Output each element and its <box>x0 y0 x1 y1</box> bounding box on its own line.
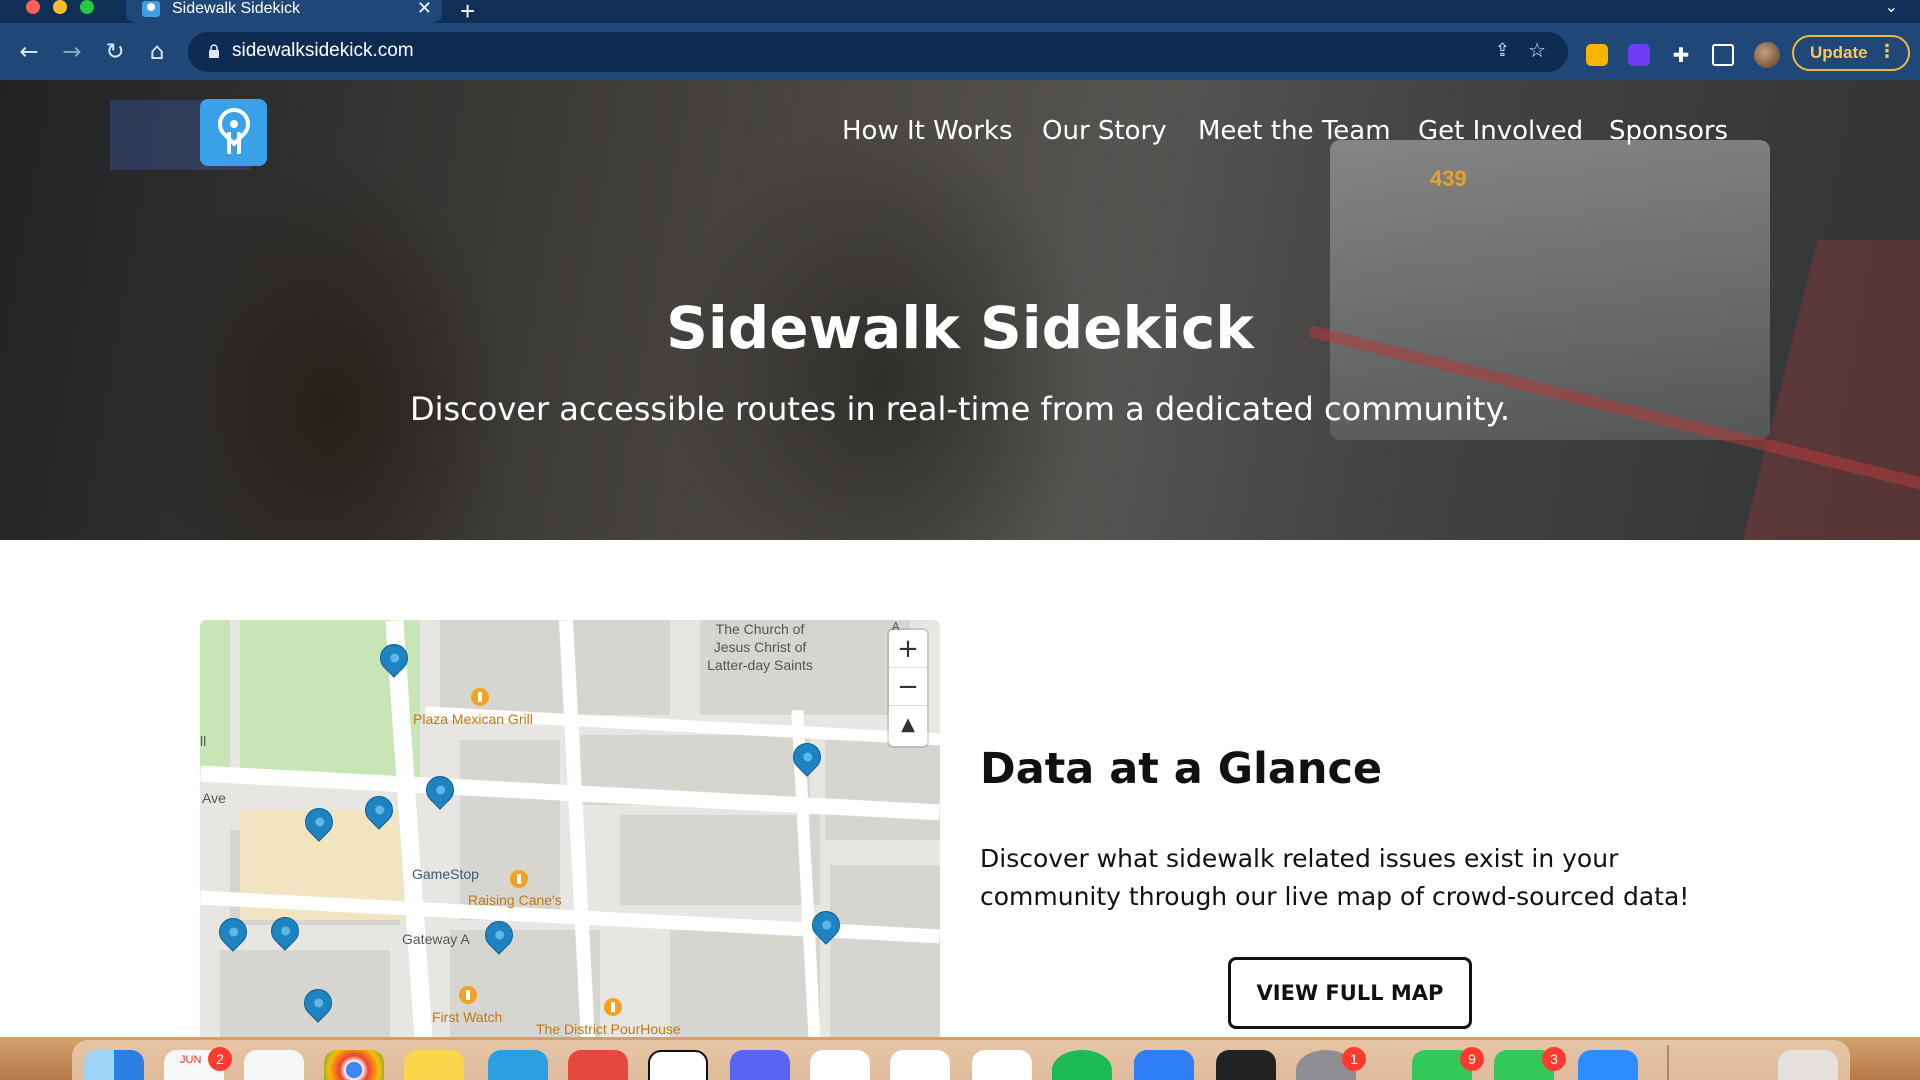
section-title: Data at a Glance <box>980 744 1383 794</box>
bookmark-star-icon[interactable]: ☆ <box>1528 38 1546 62</box>
zoom-in-button[interactable]: + <box>889 630 927 668</box>
restaurant-pin-icon[interactable] <box>604 998 622 1016</box>
update-label: Update <box>1810 43 1868 62</box>
url-text[interactable]: sidewalksidekick.com <box>232 40 414 62</box>
zoom-out-button[interactable]: − <box>889 668 927 706</box>
compass-reset-button[interactable]: ▲ <box>889 706 927 744</box>
notes-icon[interactable] <box>404 1050 464 1080</box>
hero-bus-number: 439 <box>1430 166 1467 191</box>
map-zoom-controls: + − ▲ <box>889 630 927 746</box>
settings-badge: 1 <box>1342 1047 1366 1071</box>
tab-title: Sidewalk Sidekick <box>172 0 301 17</box>
hero-section: 439 How It Works Our Story Meet the Team… <box>0 80 1920 540</box>
browser-tab-bar: Sidewalk Sidekick ✕ + ⌄ <box>0 0 1920 26</box>
finder-icon[interactable] <box>84 1050 144 1080</box>
pedestrian-legs-icon <box>227 132 241 154</box>
terminal-icon[interactable] <box>1216 1050 1276 1080</box>
launchpad-icon[interactable] <box>244 1050 304 1080</box>
site-favicon-icon <box>142 1 160 17</box>
view-full-map-button[interactable]: VIEW FULL MAP <box>1228 957 1472 1029</box>
zoom-window-button[interactable] <box>80 0 94 14</box>
map-label-ll: ll <box>200 733 207 749</box>
browser-tab[interactable]: Sidewalk Sidekick ✕ <box>126 0 442 23</box>
discord-icon[interactable] <box>730 1050 790 1080</box>
share-icon[interactable]: ⇪ <box>1495 40 1510 61</box>
app-store-icon[interactable] <box>1134 1050 1194 1080</box>
pedestrian-icon <box>230 120 238 128</box>
photo-booth-icon[interactable] <box>890 1050 950 1080</box>
map-block <box>670 930 820 1040</box>
live-map[interactable]: The Church of Jesus Christ of Latter-day… <box>200 620 940 1040</box>
nav-our-story[interactable]: Our Story <box>1042 116 1167 146</box>
home-icon[interactable]: ⌂ <box>142 37 172 67</box>
restaurant-pin-icon[interactable] <box>510 870 528 888</box>
zoom-icon[interactable] <box>1578 1050 1638 1080</box>
dock-divider <box>1667 1045 1669 1080</box>
map-block <box>830 865 940 1040</box>
nav-sponsors[interactable]: Sponsors <box>1609 116 1728 146</box>
map-block <box>620 815 820 905</box>
extension-yellow-icon[interactable] <box>1586 44 1608 66</box>
extension-purple-icon[interactable] <box>1628 44 1650 66</box>
chrome-icon[interactable] <box>324 1050 384 1080</box>
map-label-plaza-mexican-grill: Plaza Mexican Grill <box>413 711 533 727</box>
back-arrow-icon[interactable]: ← <box>14 37 44 67</box>
issue-marker[interactable] <box>420 770 460 810</box>
calendar-month: JUN <box>180 1054 202 1066</box>
todoist-icon[interactable] <box>568 1050 628 1080</box>
nav-meet-the-team[interactable]: Meet the Team <box>1198 116 1391 146</box>
side-panel-icon[interactable] <box>1712 44 1734 66</box>
restaurant-pin-icon[interactable] <box>459 986 477 1004</box>
hero-title: Sidewalk Sidekick <box>666 294 1254 362</box>
vscode-icon[interactable] <box>972 1050 1032 1080</box>
facetime-badge: 9 <box>1460 1047 1484 1071</box>
trash-icon[interactable] <box>1778 1050 1838 1080</box>
notion-icon[interactable] <box>648 1050 708 1080</box>
tab-search-chevron-icon[interactable]: ⌄ <box>1885 0 1898 16</box>
map-label-district-pourhouse: The District PourHouse <box>536 1021 681 1037</box>
calendar-badge: 2 <box>208 1047 232 1071</box>
telegram-icon[interactable] <box>488 1050 548 1080</box>
section-description: Discover what sidewalk related issues ex… <box>980 844 1690 911</box>
extensions-puzzle-icon[interactable]: ✚ <box>1670 44 1692 66</box>
map-label-raising-canes: Raising Cane's <box>468 892 562 908</box>
lock-icon <box>209 44 219 58</box>
close-window-button[interactable] <box>26 0 40 14</box>
nav-get-involved[interactable]: Get Involved <box>1418 116 1583 146</box>
browser-toolbar: ← → ↻ ⌂ sidewalksidekick.com ⇪ ☆ ✚ Updat… <box>0 23 1920 80</box>
map-label-church: The Church of Jesus Christ of Latter-day… <box>707 621 813 673</box>
tab-close-icon[interactable]: ✕ <box>417 0 432 19</box>
restaurant-pin-icon[interactable] <box>471 688 489 706</box>
map-label-gateway-a: Gateway A <box>402 931 470 947</box>
nav-how-it-works[interactable]: How It Works <box>842 116 1013 146</box>
hero-subtitle: Discover accessible routes in real-time … <box>409 390 1511 428</box>
map-label-ave: Ave <box>202 790 226 806</box>
map-park <box>200 620 230 780</box>
messages-badge: 3 <box>1542 1047 1566 1071</box>
map-label-first-watch: First Watch <box>432 1009 503 1025</box>
reload-icon[interactable]: ↻ <box>100 37 130 67</box>
update-button[interactable]: Update ⋮ <box>1792 35 1910 71</box>
minimize-window-button[interactable] <box>53 0 67 14</box>
slack-icon[interactable] <box>810 1050 870 1080</box>
address-bar[interactable]: sidewalksidekick.com ⇪ ☆ <box>188 32 1568 72</box>
map-block <box>825 740 940 840</box>
site-logo[interactable] <box>200 99 267 166</box>
forward-arrow-icon[interactable]: → <box>57 37 87 67</box>
browser-menu-icon[interactable]: ⋮ <box>1878 41 1896 62</box>
profile-avatar[interactable] <box>1754 42 1780 68</box>
map-label-gamestop: GameStop <box>412 866 479 882</box>
